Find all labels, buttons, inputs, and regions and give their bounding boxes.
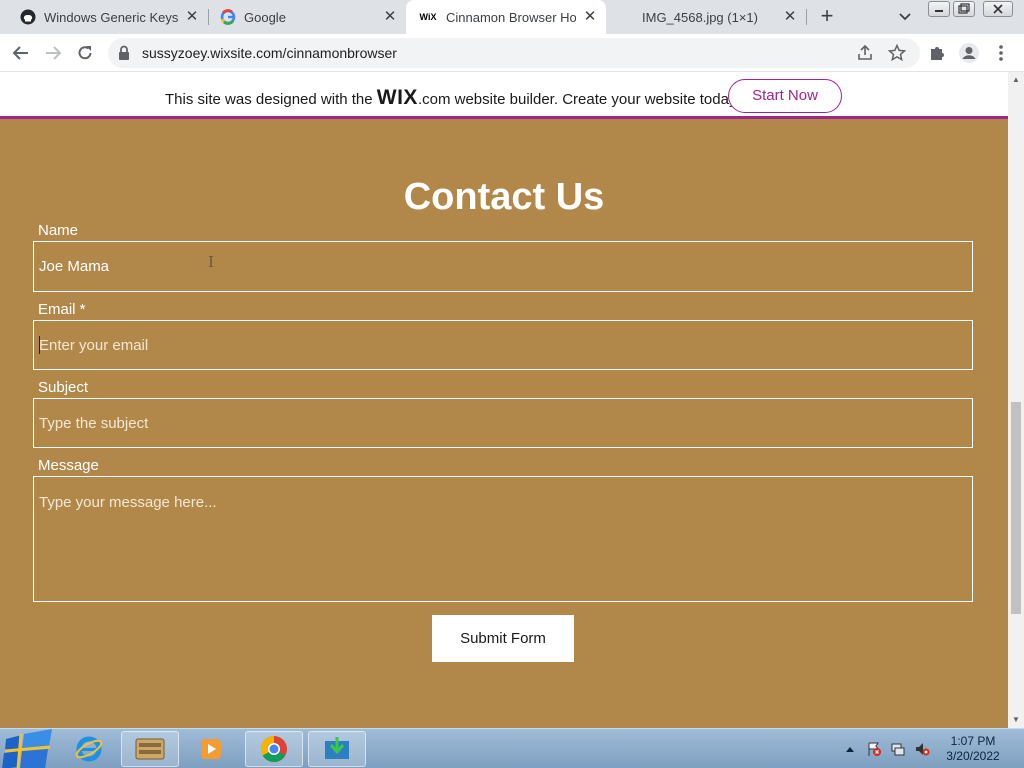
- clock-date: 3/20/2022: [946, 749, 1000, 763]
- bookmark-star-icon[interactable]: [887, 43, 907, 67]
- url-text: sussyzoey.wixsite.com/cinnamonbrowser: [142, 45, 397, 61]
- tab-github[interactable]: Windows Generic Keys - G ✕: [8, 0, 208, 34]
- wix-banner-text: This site was designed with the: [165, 91, 377, 108]
- tab-cinnamon-browser[interactable]: WiX Cinnamon Browser Home ✕: [406, 0, 606, 34]
- clock-time: 1:07 PM: [950, 734, 996, 748]
- internet-explorer-icon[interactable]: [60, 731, 118, 767]
- google-icon: [220, 9, 236, 25]
- close-tab-icon[interactable]: ✕: [782, 9, 798, 25]
- wix-icon: WiX: [419, 12, 437, 22]
- name-value: Joe Mama: [39, 258, 110, 275]
- tab-divider: [806, 9, 807, 25]
- tab-strip: Windows Generic Keys - G ✕ Google ✕ WiX …: [0, 0, 1024, 34]
- tab-title: Google: [244, 9, 286, 25]
- tab-image[interactable]: IMG_4568.jpg (1×1) ✕: [606, 0, 806, 34]
- wix-banner: This site was designed with the WIX.com …: [0, 72, 1008, 119]
- media-player-icon[interactable]: [182, 731, 240, 767]
- action-center-flag-icon[interactable]: [864, 729, 884, 768]
- ibeam-cursor-icon: I: [208, 253, 214, 271]
- download-app-icon[interactable]: [308, 731, 366, 767]
- close-tab-icon[interactable]: ✕: [184, 9, 200, 25]
- browser-toolbar: sussyzoey.wixsite.com/cinnamonbrowser: [0, 34, 1024, 72]
- email-field[interactable]: Enter your email: [33, 320, 973, 370]
- page-title: Contact Us: [403, 176, 605, 218]
- address-bar[interactable]: sussyzoey.wixsite.com/cinnamonbrowser: [108, 38, 920, 68]
- message-label: Message: [38, 457, 99, 474]
- email-label: Email *: [38, 301, 86, 318]
- file-explorer-icon[interactable]: [121, 731, 179, 767]
- email-placeholder: Enter your email: [39, 337, 149, 354]
- close-tab-icon[interactable]: ✕: [582, 9, 598, 25]
- message-placeholder: Type your message here...: [39, 494, 217, 511]
- blank-icon: [618, 9, 634, 25]
- system-clock[interactable]: 1:07 PM 3/20/2022: [936, 734, 1010, 764]
- wix-logo[interactable]: WIX: [377, 86, 418, 109]
- tab-title: IMG_4568.jpg (1×1): [642, 9, 758, 25]
- back-arrow-icon[interactable]: [10, 42, 32, 64]
- close-tab-icon[interactable]: ✕: [382, 9, 398, 25]
- restore-window-button[interactable]: [953, 1, 975, 17]
- page-scrollbar[interactable]: ▲ ▼: [1008, 72, 1024, 728]
- chrome-icon[interactable]: [245, 731, 303, 767]
- message-textarea[interactable]: Type your message here...: [33, 476, 973, 602]
- show-hidden-icons-chevron-icon[interactable]: [842, 729, 858, 768]
- scroll-down-arrow-icon[interactable]: ▼: [1011, 715, 1021, 725]
- start-now-button[interactable]: Start Now: [728, 79, 842, 113]
- reload-icon[interactable]: [74, 42, 96, 64]
- scrollbar-thumb[interactable]: [1011, 402, 1021, 614]
- minimize-window-button[interactable]: [928, 1, 950, 17]
- extensions-puzzle-icon[interactable]: [926, 42, 948, 64]
- subject-field[interactable]: Type the subject: [33, 398, 973, 448]
- page-viewport: This site was designed with the WIX.com …: [0, 72, 1008, 728]
- name-label: Name: [38, 222, 79, 239]
- new-tab-button[interactable]: +: [816, 5, 838, 28]
- windows-taskbar: 1:07 PM 3/20/2022: [0, 728, 1024, 768]
- tab-title: Windows Generic Keys - G: [44, 9, 178, 25]
- scroll-up-arrow-icon[interactable]: ▲: [1011, 75, 1021, 85]
- profile-avatar-icon[interactable]: [958, 42, 980, 64]
- wix-banner-text: .com website builder. Create your websit…: [417, 91, 740, 108]
- subject-placeholder: Type the subject: [39, 415, 149, 432]
- close-window-button[interactable]: [983, 1, 1013, 17]
- lock-icon[interactable]: [118, 45, 130, 66]
- tab-title: Cinnamon Browser Home: [446, 9, 576, 25]
- volume-muted-icon[interactable]: [912, 729, 932, 768]
- name-field[interactable]: Joe Mama: [33, 241, 973, 292]
- wix-banner-message: This site was designed with the WIX.com …: [165, 86, 740, 110]
- network-icon[interactable]: [888, 729, 908, 768]
- more-menu-icon[interactable]: [990, 42, 1012, 64]
- forward-arrow-icon[interactable]: [42, 42, 64, 64]
- submit-form-button[interactable]: Submit Form: [432, 615, 574, 662]
- tab-google[interactable]: Google ✕: [208, 0, 406, 34]
- subject-label: Subject: [38, 379, 89, 396]
- share-icon[interactable]: [856, 44, 874, 67]
- github-icon: [20, 9, 36, 25]
- windows-start-icon[interactable]: [0, 729, 56, 768]
- tab-search-chevron-icon[interactable]: [896, 7, 914, 25]
